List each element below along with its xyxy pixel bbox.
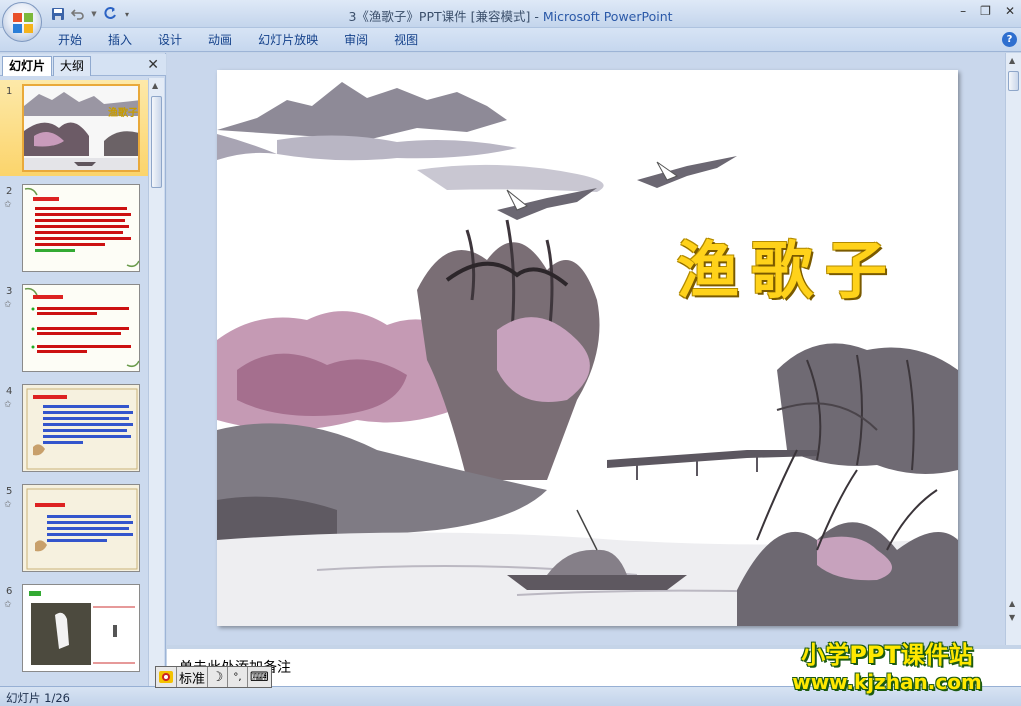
slide-number: 1 [6, 86, 13, 97]
minimize-button[interactable]: – [960, 4, 966, 18]
slide-counter: 幻灯片 1/26 [6, 691, 70, 705]
slide-thumbnail-3[interactable]: 3 ✩ [0, 280, 148, 376]
office-button[interactable] [2, 2, 42, 42]
tab-animations[interactable]: 动画 [195, 32, 245, 50]
thumbnail-scrollbar[interactable]: ▲ [148, 78, 164, 686]
editor-scrollbar[interactable]: ▲ ▲ ▼ [1005, 53, 1021, 645]
pane-tabs: 幻灯片 大纲 ✕ [0, 54, 166, 76]
document-title: 3《渔歌子》PPT课件 [兼容模式] [348, 9, 531, 24]
animation-star-icon: ✩ [4, 200, 12, 210]
pane-close-button[interactable]: ✕ [147, 57, 159, 73]
ime-toolbar: 标准 ☽ °, ⌨ [155, 666, 272, 688]
tab-outline[interactable]: 大纲 [53, 56, 92, 76]
animation-star-icon: ✩ [4, 500, 12, 510]
soft-keyboard-icon[interactable]: ⌨ [248, 667, 271, 687]
window-title: 3《渔歌子》PPT课件 [兼容模式] - Microsoft PowerPoin… [0, 6, 1021, 25]
ime-mode-button[interactable]: 标准 [177, 667, 209, 687]
scroll-thumb[interactable] [151, 96, 162, 188]
scroll-thumb[interactable] [1008, 71, 1019, 91]
scroll-up-icon[interactable]: ▲ [1009, 56, 1015, 65]
tab-insert[interactable]: 插入 [95, 32, 145, 50]
slide-number: 2 [6, 186, 13, 197]
slide-thumbnail-5[interactable]: 5 ✩ [0, 480, 148, 576]
slide-number: 6 [6, 586, 13, 597]
watermark-title: 小学PPT课件站 [801, 641, 973, 669]
prev-slide-icon[interactable]: ▲ [1009, 599, 1015, 608]
thumbnail-list: 1 渔歌子 2 ✩ 3 ✩ 4 ✩ 5 ✩ 6 ✩ [0, 78, 148, 686]
slide-number: 5 [6, 486, 13, 497]
title-separator: - [530, 9, 543, 24]
customize-qat-icon[interactable]: ▾ [122, 6, 132, 22]
slide-preview [22, 384, 140, 472]
ime-punctuation-icon[interactable]: °, [228, 667, 249, 687]
current-slide[interactable]: 渔歌子 [217, 70, 958, 626]
save-icon[interactable] [50, 6, 66, 22]
slide-preview [22, 284, 140, 372]
landscape-painting [217, 70, 958, 626]
slide-preview: 渔歌子 [22, 84, 140, 172]
ribbon: 开始 插入 设计 动画 幻灯片放映 审阅 视图 ? [0, 28, 1021, 52]
help-button[interactable]: ? [1002, 32, 1017, 47]
scroll-up-icon[interactable]: ▲ [152, 81, 158, 90]
redo-icon[interactable] [102, 6, 118, 22]
slide-number: 3 [6, 286, 13, 297]
next-slide-icon[interactable]: ▼ [1009, 613, 1015, 622]
close-button[interactable]: ✕ [1005, 4, 1015, 18]
animation-star-icon: ✩ [4, 600, 12, 610]
slide-thumbnail-2[interactable]: 2 ✩ [0, 180, 148, 276]
restore-button[interactable]: ❐ [980, 4, 991, 18]
watermark: 小学PPT课件站 www.kjzhan.com [774, 640, 1000, 694]
slide-number: 4 [6, 386, 13, 397]
animation-star-icon: ✩ [4, 400, 12, 410]
app-name: Microsoft PowerPoint [542, 9, 673, 24]
tab-view[interactable]: 视图 [381, 32, 431, 50]
ime-width-icon[interactable]: ☽ [208, 667, 229, 687]
ribbon-tabs: 开始 插入 设计 动画 幻灯片放映 审阅 视图 [58, 32, 431, 50]
tab-slides[interactable]: 幻灯片 [2, 56, 53, 76]
slide-preview [22, 584, 140, 672]
slide-thumbnail-1[interactable]: 1 渔歌子 [0, 80, 148, 176]
tab-home[interactable]: 开始 [58, 32, 95, 50]
ime-logo-icon[interactable] [156, 667, 177, 687]
undo-icon[interactable] [70, 6, 86, 22]
powerpoint-window: 3《渔歌子》PPT课件 [兼容模式] - Microsoft PowerPoin… [0, 0, 1021, 706]
quick-access-toolbar: ▼ ▾ [50, 5, 132, 23]
slides-pane: 幻灯片 大纲 ✕ 1 渔歌子 2 ✩ 3 ✩ 4 ✩ 5 ✩ 6 ✩ ▲ [0, 53, 166, 686]
slide-preview [22, 184, 140, 272]
slide-preview [22, 484, 140, 572]
animation-star-icon: ✩ [4, 300, 12, 310]
watermark-url: www.kjzhan.com [792, 670, 982, 694]
tab-design[interactable]: 设计 [145, 32, 195, 50]
slide-thumbnail-4[interactable]: 4 ✩ [0, 380, 148, 476]
slide-thumbnail-6[interactable]: 6 ✩ [0, 580, 148, 676]
window-controls: – ❐ ✕ [960, 4, 1015, 18]
office-logo-icon [13, 13, 33, 33]
title-bar: 3《渔歌子》PPT课件 [兼容模式] - Microsoft PowerPoin… [0, 0, 1021, 28]
svg-text:渔歌子: 渔歌子 [108, 106, 138, 119]
tab-slideshow[interactable]: 幻灯片放映 [245, 32, 331, 50]
slide-title[interactable]: 渔歌子 [677, 220, 899, 310]
tab-review[interactable]: 审阅 [331, 32, 381, 50]
slide-editor: 渔歌子 [167, 53, 1005, 645]
undo-dropdown-icon[interactable]: ▼ [90, 6, 98, 22]
